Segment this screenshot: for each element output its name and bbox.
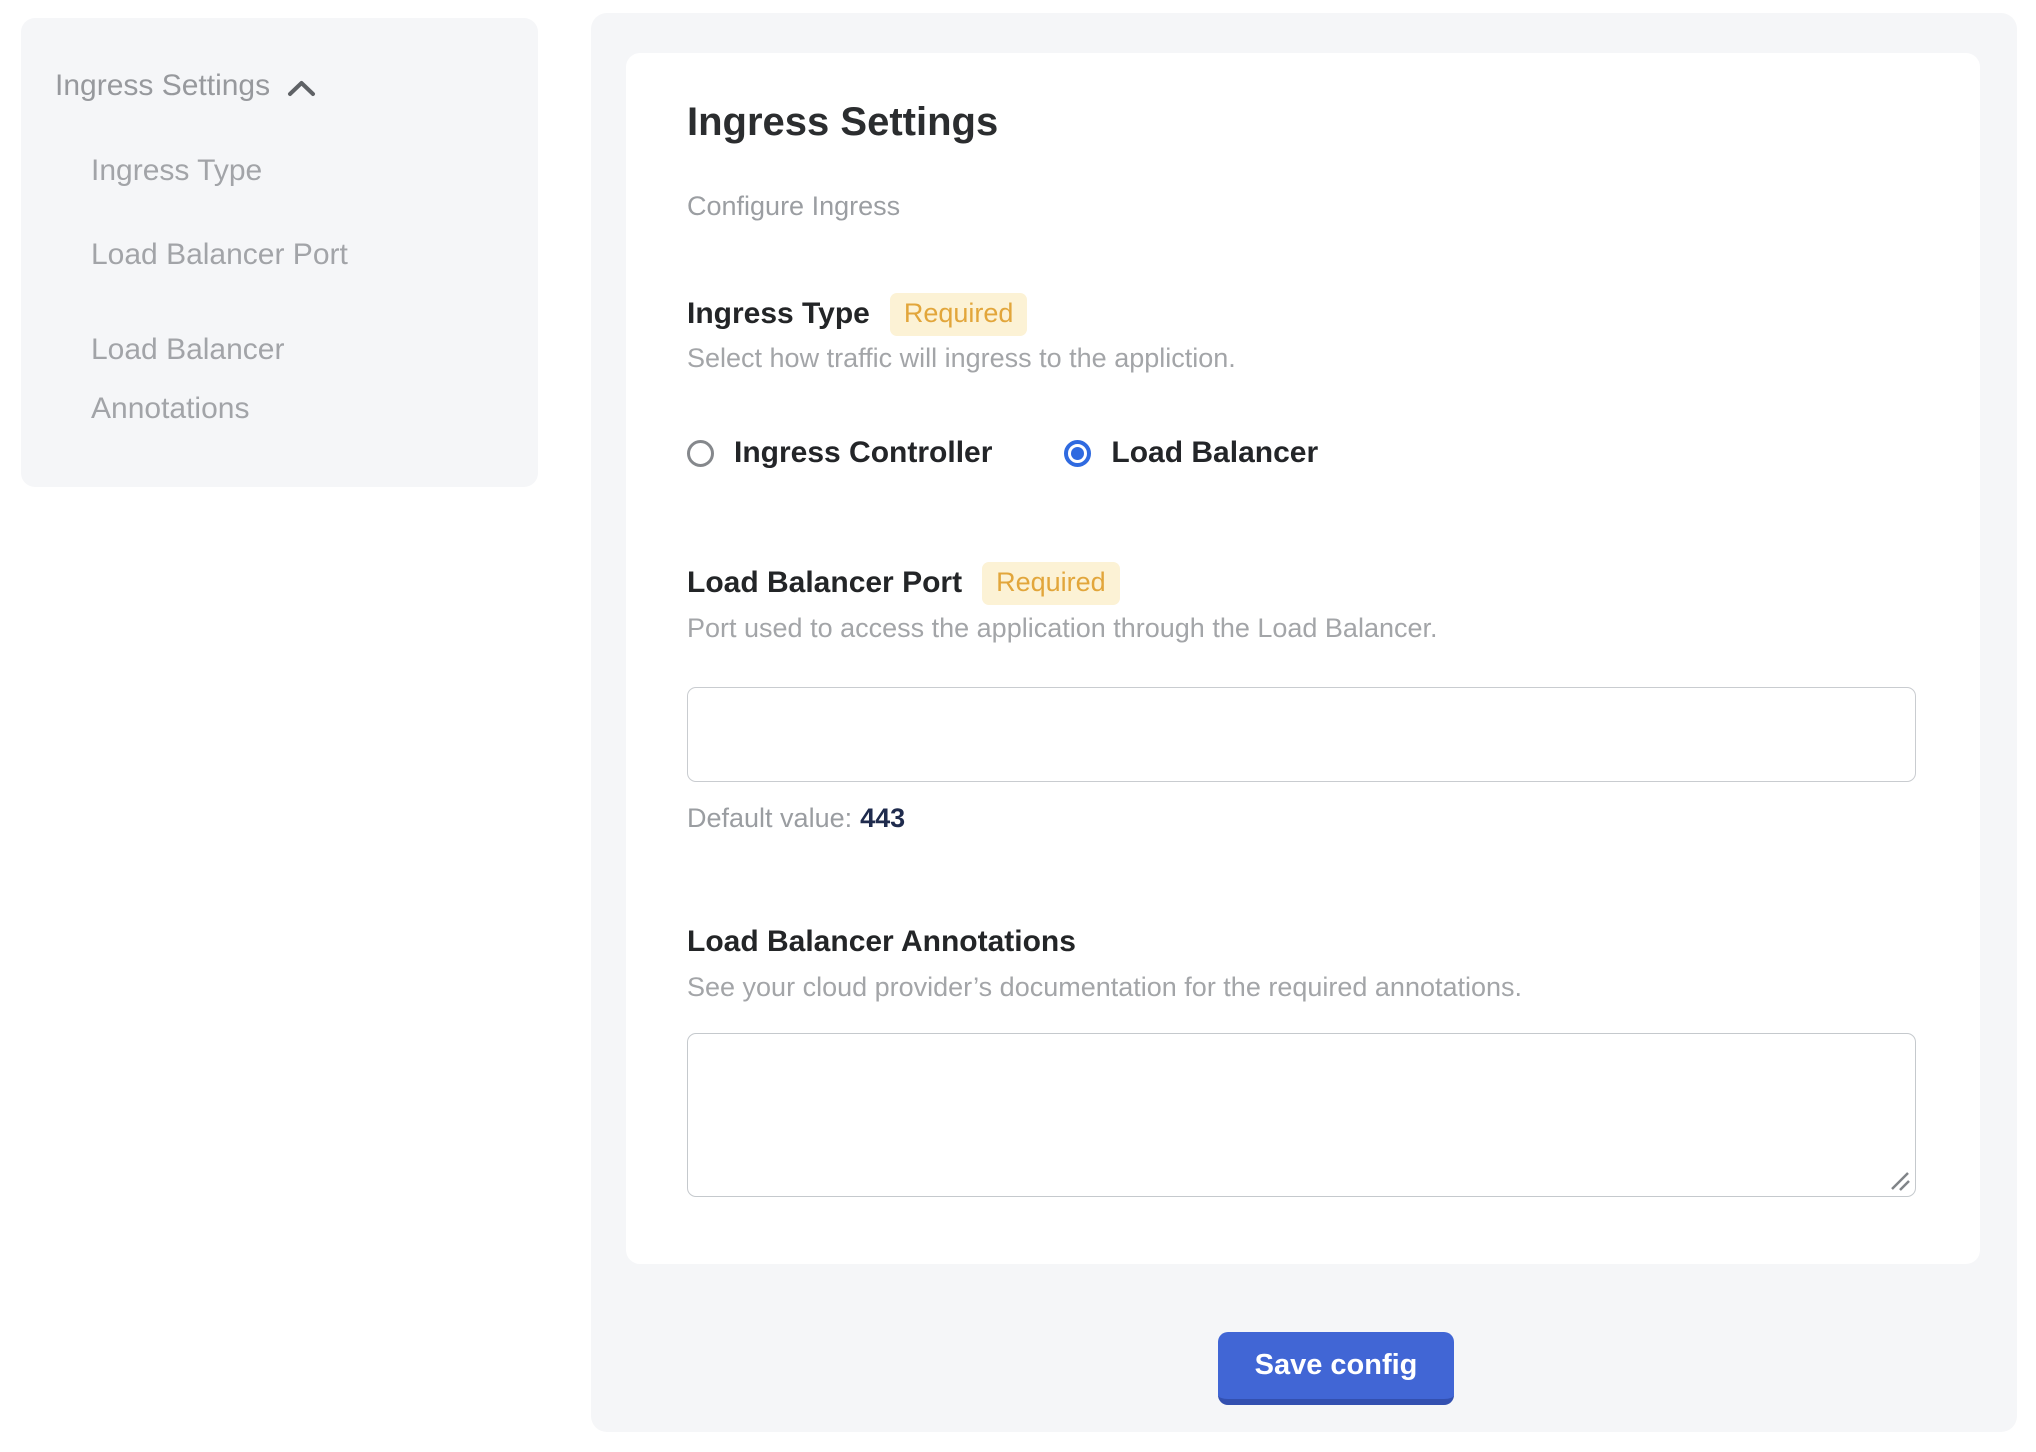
sidebar-item-load-balancer-port[interactable]: Load Balancer Port <box>91 236 421 273</box>
load-balancer-port-description: Port used to access the application thro… <box>687 610 1918 646</box>
save-config-button[interactable]: Save config <box>1218 1332 1454 1405</box>
default-value-row: Default value: 443 <box>687 800 1918 836</box>
load-balancer-annotations-heading-row: Load Balancer Annotations <box>687 922 1918 962</box>
chevron-up-icon <box>286 79 317 98</box>
settings-outline-sidebar: Ingress Settings Ingress Type Load Balan… <box>21 18 538 487</box>
ingress-type-heading-row: Ingress Type Required <box>687 294 1918 334</box>
page-title: Ingress Settings <box>687 98 1918 146</box>
ingress-settings-card: Ingress Settings Configure Ingress Ingre… <box>626 53 1980 1264</box>
load-balancer-port-heading-row: Load Balancer Port Required <box>687 563 1918 603</box>
radio-option-ingress-controller[interactable]: Ingress Controller <box>687 436 992 470</box>
annotations-textarea-wrap <box>687 1033 1916 1197</box>
sidebar-item-ingress-type[interactable]: Ingress Type <box>91 152 421 189</box>
default-value: 443 <box>860 803 905 833</box>
resize-handle-icon[interactable] <box>1888 1169 1912 1193</box>
radio-label-ingress-controller: Ingress Controller <box>734 436 992 470</box>
load-balancer-annotations-description: See your cloud provider’s documentation … <box>687 969 1918 1005</box>
sidebar-section-toggle[interactable]: Ingress Settings <box>55 68 508 104</box>
radio-selected-icon <box>1064 440 1091 467</box>
sidebar-item-load-balancer-annotations[interactable]: Load Balancer Annotations <box>91 320 421 438</box>
load-balancer-annotations-textarea[interactable] <box>687 1033 1916 1197</box>
required-badge: Required <box>890 293 1028 336</box>
settings-panel: Ingress Settings Configure Ingress Ingre… <box>591 13 2017 1432</box>
sidebar-nav: Ingress Type Load Balancer Port Load Bal… <box>91 152 508 438</box>
ingress-type-heading: Ingress Type <box>687 297 870 331</box>
load-balancer-port-heading: Load Balancer Port <box>687 566 962 600</box>
ingress-type-radio-group: Ingress Controller Load Balancer <box>687 436 1918 470</box>
required-badge: Required <box>982 562 1120 605</box>
sidebar-section-title: Ingress Settings <box>55 68 270 104</box>
radio-option-load-balancer[interactable]: Load Balancer <box>1064 436 1318 470</box>
radio-unselected-icon <box>687 440 714 467</box>
load-balancer-annotations-heading: Load Balancer Annotations <box>687 925 1076 959</box>
radio-label-load-balancer: Load Balancer <box>1111 436 1318 470</box>
page-subtitle: Configure Ingress <box>687 190 1918 222</box>
default-value-label: Default value: <box>687 803 852 833</box>
ingress-type-description: Select how traffic will ingress to the a… <box>687 340 1918 376</box>
load-balancer-port-input[interactable] <box>687 687 1916 782</box>
